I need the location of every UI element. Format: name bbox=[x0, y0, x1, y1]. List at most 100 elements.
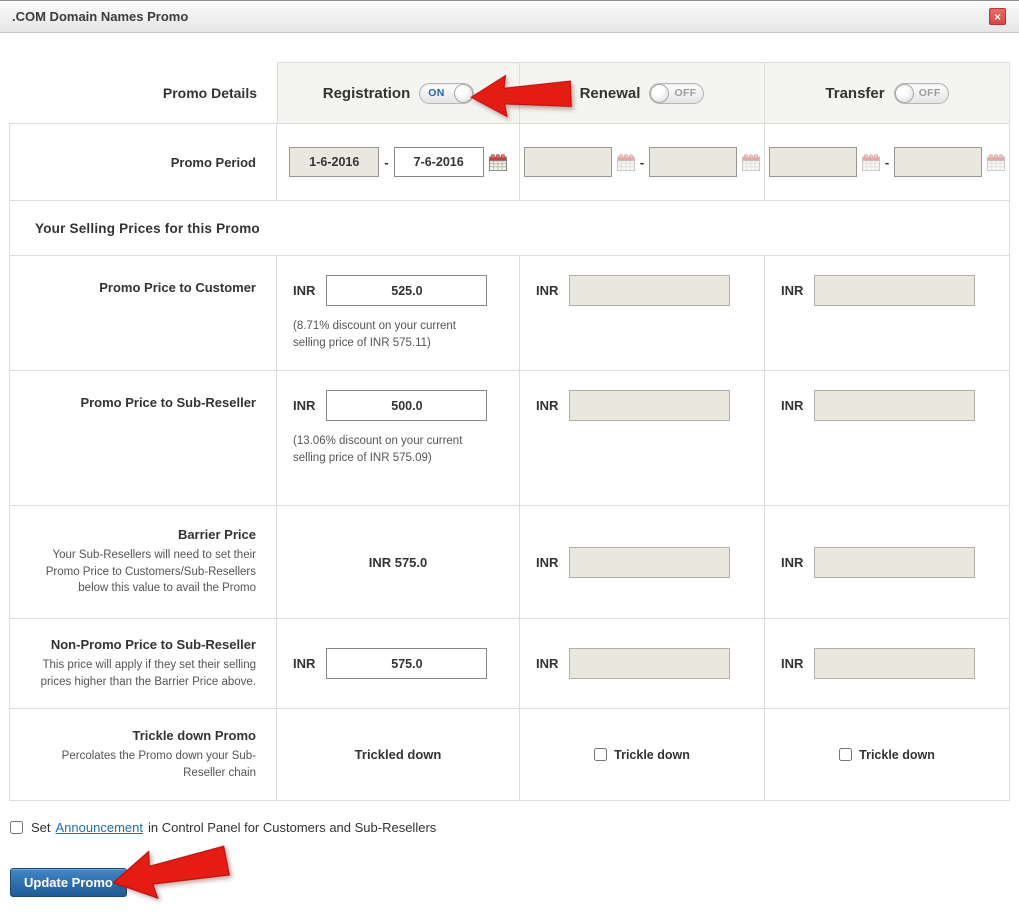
transfer-trickle-label: Trickle down bbox=[859, 748, 935, 762]
subreseller-price-row: Promo Price to Sub-Reseller INR (13.06% … bbox=[9, 371, 1010, 506]
transfer-barrier-price-input bbox=[814, 547, 975, 578]
currency-label: INR bbox=[536, 283, 558, 298]
selling-prices-section-cell: Your Selling Prices for this Promo bbox=[10, 201, 1009, 256]
registration-column-label: Registration bbox=[323, 85, 411, 102]
registration-customer-price-cell: INR (8.71% discount on your current sell… bbox=[277, 256, 520, 371]
currency-label: INR bbox=[536, 555, 558, 570]
registration-nonpromo-price-cell: INR bbox=[277, 619, 520, 709]
subreseller-price-label: Promo Price to Sub-Reseller bbox=[80, 395, 256, 410]
registration-start-date-input bbox=[289, 147, 379, 177]
currency-label: INR bbox=[536, 656, 558, 671]
renewal-nonpromo-price-input bbox=[569, 648, 730, 679]
renewal-trickle-cell: Trickle down bbox=[520, 709, 765, 801]
date-separator: - bbox=[640, 155, 644, 170]
currency-label: INR bbox=[781, 283, 803, 298]
trickle-down-label-cell: Trickle down Promo Percolates the Promo … bbox=[9, 709, 277, 801]
calendar-icon bbox=[617, 154, 635, 171]
customer-price-row: Promo Price to Customer INR (8.71% disco… bbox=[9, 256, 1010, 371]
update-promo-button[interactable]: Update Promo bbox=[10, 868, 127, 897]
transfer-toggle-knob bbox=[895, 84, 914, 103]
registration-barrier-price-cell: INR 575.0 bbox=[277, 506, 520, 619]
calendar-icon bbox=[862, 154, 880, 171]
currency-label: INR bbox=[781, 555, 803, 570]
calendar-icon[interactable] bbox=[489, 154, 507, 171]
renewal-customer-price-cell: INR bbox=[520, 256, 765, 371]
renewal-toggle-state: OFF bbox=[675, 87, 697, 99]
promo-period-label: Promo Period bbox=[171, 155, 256, 170]
barrier-price-label: Barrier Price bbox=[178, 527, 256, 542]
transfer-subreseller-price-input bbox=[814, 390, 975, 421]
barrier-price-description: Your Sub-Resellers will need to set thei… bbox=[31, 547, 256, 597]
transfer-subreseller-price-cell: INR bbox=[765, 371, 1010, 506]
customer-price-label: Promo Price to Customer bbox=[99, 280, 256, 295]
selling-prices-section-title: Your Selling Prices for this Promo bbox=[35, 221, 260, 236]
trickle-down-description: Percolates the Promo down your Sub-Resel… bbox=[56, 748, 256, 781]
transfer-nonpromo-price-cell: INR bbox=[765, 619, 1010, 709]
calendar-icon bbox=[987, 154, 1005, 171]
announcement-link[interactable]: Announcement bbox=[56, 820, 143, 835]
transfer-customer-price-cell: INR bbox=[765, 256, 1010, 371]
currency-label: INR bbox=[293, 656, 315, 671]
barrier-price-row: Barrier Price Your Sub-Resellers will ne… bbox=[9, 506, 1010, 619]
registration-toggle-knob bbox=[454, 84, 473, 103]
currency-label: INR bbox=[293, 398, 315, 413]
renewal-column-label: Renewal bbox=[580, 85, 641, 102]
calendar-icon bbox=[742, 154, 760, 171]
registration-trickle-cell: Trickled down bbox=[277, 709, 520, 801]
modal-titlebar: .COM Domain Names Promo bbox=[0, 0, 1019, 33]
transfer-period-cell: - bbox=[765, 123, 1010, 201]
customer-price-label-cell: Promo Price to Customer bbox=[9, 256, 277, 371]
nonpromo-price-row: Non-Promo Price to Sub-Reseller This pri… bbox=[9, 619, 1010, 709]
toggle-header-row: Promo Details Registration ON Renewal OF… bbox=[9, 62, 1010, 123]
close-button[interactable]: × bbox=[989, 8, 1006, 25]
promo-details-label: Promo Details bbox=[163, 85, 257, 101]
registration-subreseller-price-cell: INR (13.06% discount on your current sel… bbox=[277, 371, 520, 506]
promo-table: Promo Details Registration ON Renewal OF… bbox=[9, 62, 1010, 801]
announcement-row: Set Announcement in Control Panel for Cu… bbox=[10, 820, 1019, 835]
registration-subreseller-price-input[interactable] bbox=[326, 390, 487, 421]
transfer-toggle[interactable]: OFF bbox=[894, 83, 949, 104]
registration-period-cell: - bbox=[277, 123, 520, 201]
announcement-text-prefix: Set bbox=[31, 820, 51, 835]
renewal-barrier-price-cell: INR bbox=[520, 506, 765, 619]
modal-title: .COM Domain Names Promo bbox=[12, 9, 188, 24]
nonpromo-price-description: This price will apply if they set their … bbox=[31, 657, 256, 690]
transfer-header-cell: Transfer OFF bbox=[765, 62, 1010, 123]
transfer-barrier-price-cell: INR bbox=[765, 506, 1010, 619]
transfer-start-date-input bbox=[769, 147, 857, 177]
promo-period-row: Promo Period - - - bbox=[9, 123, 1010, 201]
transfer-column-label: Transfer bbox=[825, 85, 884, 102]
transfer-nonpromo-price-input bbox=[814, 648, 975, 679]
renewal-period-cell: - bbox=[520, 123, 765, 201]
renewal-header-cell: Renewal OFF bbox=[520, 62, 765, 123]
renewal-trickle-label: Trickle down bbox=[614, 748, 690, 762]
currency-label: INR bbox=[293, 283, 315, 298]
renewal-toggle-knob bbox=[650, 84, 669, 103]
renewal-subreseller-price-input bbox=[569, 390, 730, 421]
renewal-toggle[interactable]: OFF bbox=[649, 83, 704, 104]
renewal-trickle-checkbox[interactable] bbox=[594, 748, 607, 761]
renewal-end-date-input bbox=[649, 147, 737, 177]
registration-toggle[interactable]: ON bbox=[419, 83, 474, 104]
registration-barrier-price-value: INR 575.0 bbox=[369, 555, 428, 570]
promo-details-cell: Promo Details bbox=[9, 62, 277, 123]
announcement-checkbox[interactable] bbox=[10, 821, 23, 834]
renewal-barrier-price-input bbox=[569, 547, 730, 578]
date-separator: - bbox=[885, 155, 889, 170]
registration-customer-price-input[interactable] bbox=[326, 275, 487, 306]
transfer-trickle-checkbox[interactable] bbox=[839, 748, 852, 761]
renewal-nonpromo-price-cell: INR bbox=[520, 619, 765, 709]
registration-nonpromo-price-input[interactable] bbox=[326, 648, 487, 679]
transfer-trickle-cell: Trickle down bbox=[765, 709, 1010, 801]
registration-toggle-state: ON bbox=[428, 87, 444, 99]
renewal-start-date-input bbox=[524, 147, 612, 177]
trickle-down-row: Trickle down Promo Percolates the Promo … bbox=[9, 709, 1010, 801]
nonpromo-price-label-cell: Non-Promo Price to Sub-Reseller This pri… bbox=[9, 619, 277, 709]
renewal-subreseller-price-cell: INR bbox=[520, 371, 765, 506]
promo-modal: .COM Domain Names Promo × Promo Details … bbox=[0, 0, 1019, 920]
subreseller-price-label-cell: Promo Price to Sub-Reseller bbox=[9, 371, 277, 506]
registration-header-cell: Registration ON bbox=[277, 62, 520, 123]
registration-end-date-input[interactable] bbox=[394, 147, 484, 177]
close-icon: × bbox=[994, 10, 1001, 24]
date-separator: - bbox=[384, 155, 388, 170]
